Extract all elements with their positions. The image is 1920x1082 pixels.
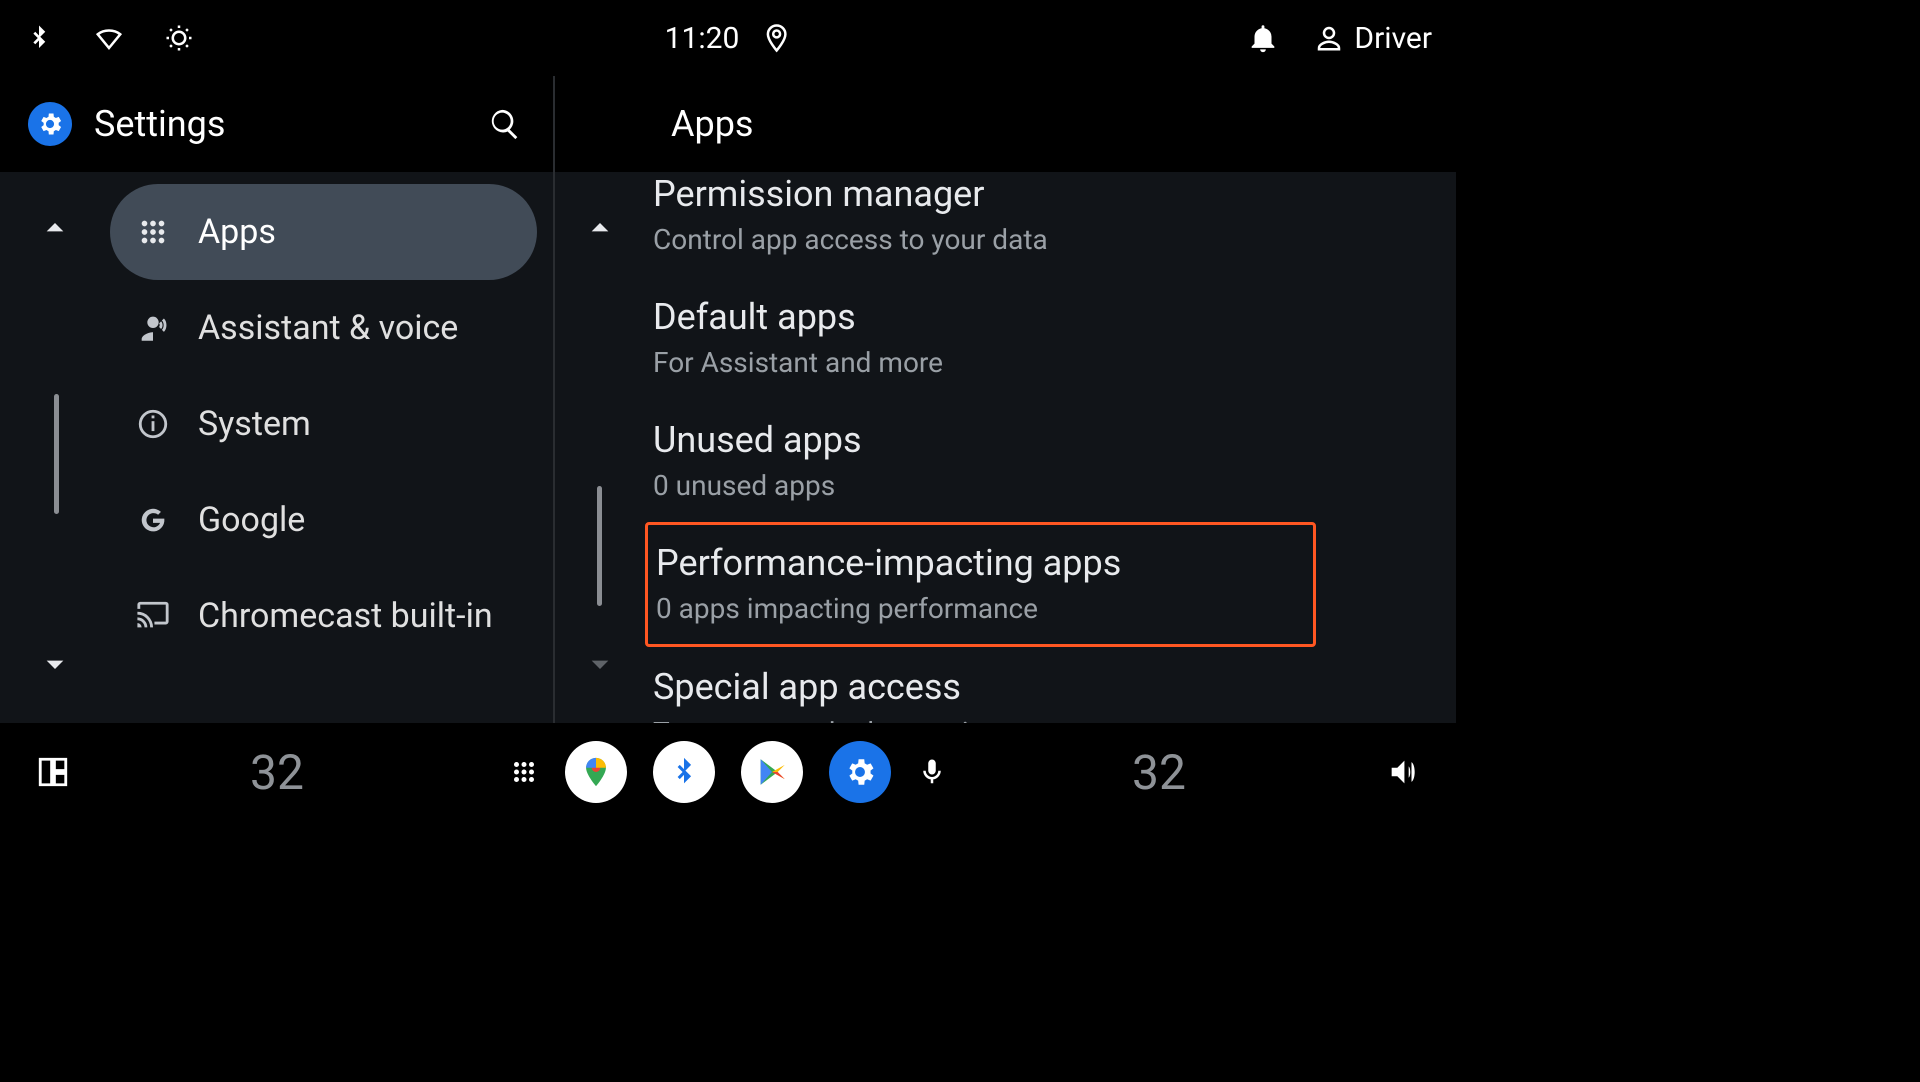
assistant-voice-icon xyxy=(136,311,170,345)
item-title: Permission manager xyxy=(653,172,1308,217)
settings-nav-body: Apps Assistant & voice System Google Chr xyxy=(0,172,553,724)
settings-nav-list: Apps Assistant & voice System Google Chr xyxy=(110,172,553,724)
scroll-down-button[interactable] xyxy=(35,644,75,688)
chevron-down-icon xyxy=(35,644,75,684)
detail-item-permission-manager[interactable]: Permission manager Control app access to… xyxy=(645,172,1316,277)
detail-title: Apps xyxy=(671,103,754,145)
chevron-up-icon xyxy=(580,208,620,248)
detail-header: Apps xyxy=(555,76,1456,172)
user-label: Driver xyxy=(1354,21,1432,56)
item-subtitle: Control app access to your data xyxy=(653,221,1308,259)
wifi-icon xyxy=(94,23,124,53)
volume-button[interactable] xyxy=(1386,755,1420,789)
detail-item-unused-apps[interactable]: Unused apps 0 unused apps xyxy=(645,400,1316,523)
climate-left-temp[interactable]: 32 xyxy=(250,744,304,801)
bluetooth-app-button[interactable] xyxy=(653,741,715,803)
apps-grid-icon xyxy=(509,757,539,787)
nav-item-apps[interactable]: Apps xyxy=(110,184,537,280)
bottom-bar: 32 32 xyxy=(0,723,1456,821)
voice-assistant-button[interactable] xyxy=(917,757,947,787)
nav-item-chromecast[interactable]: Chromecast built-in xyxy=(110,568,537,664)
nav-scrollbar[interactable] xyxy=(54,394,59,514)
user-profile-button[interactable]: Driver xyxy=(1314,21,1432,56)
status-left xyxy=(24,23,194,53)
nav-label: Google xyxy=(198,500,305,540)
settings-nav-pane: Settings Apps xyxy=(0,76,555,724)
item-title: Performance-impacting apps xyxy=(656,541,1305,586)
climate-right-temp[interactable]: 32 xyxy=(1132,744,1186,801)
nav-label: System xyxy=(198,404,311,444)
app-launcher-button[interactable] xyxy=(509,757,539,787)
microphone-icon xyxy=(917,757,947,787)
detail-list: Permission manager Control app access to… xyxy=(645,172,1456,724)
nav-label: Chromecast built-in xyxy=(198,596,493,636)
bottom-center xyxy=(509,741,947,803)
item-title: Default apps xyxy=(653,295,1308,340)
play-store-button[interactable] xyxy=(741,741,803,803)
maps-icon xyxy=(579,755,613,789)
status-bar: 11:20 Driver xyxy=(0,0,1456,76)
item-title: Unused apps xyxy=(653,418,1308,463)
settings-app-button[interactable] xyxy=(829,741,891,803)
scroll-down-button[interactable] xyxy=(580,644,620,688)
item-subtitle: 0 unused apps xyxy=(653,467,1308,505)
scroll-up-button[interactable] xyxy=(35,208,75,252)
settings-detail-pane: Apps Permission manager Control app acce… xyxy=(555,76,1456,724)
play-store-icon xyxy=(755,755,789,789)
notification-bell-icon[interactable] xyxy=(1246,21,1280,55)
location-icon xyxy=(761,23,791,53)
bluetooth-icon xyxy=(667,755,701,789)
volume-icon xyxy=(1386,755,1420,789)
cast-icon xyxy=(136,599,170,633)
nav-label: Apps xyxy=(198,212,276,252)
clock: 11:20 xyxy=(665,21,740,56)
scroll-up-button[interactable] xyxy=(580,208,620,252)
item-subtitle: 0 apps impacting performance xyxy=(656,590,1305,628)
detail-item-performance-impacting-apps[interactable]: Performance-impacting apps 0 apps impact… xyxy=(645,522,1316,647)
item-subtitle: For Assistant and more xyxy=(653,344,1308,382)
nav-item-google[interactable]: Google xyxy=(110,472,537,568)
maps-app-button[interactable] xyxy=(565,741,627,803)
status-center: 11:20 xyxy=(665,21,792,56)
chevron-down-icon xyxy=(580,644,620,684)
settings-nav-header: Settings xyxy=(0,76,553,172)
bluetooth-icon xyxy=(24,23,54,53)
search-button[interactable] xyxy=(485,104,525,144)
detail-scrollbar[interactable] xyxy=(597,486,602,606)
dashboard-icon xyxy=(36,755,70,789)
dashboard-button[interactable] xyxy=(36,755,70,789)
detail-item-special-app-access[interactable]: Special app access To system and other s… xyxy=(645,647,1316,724)
google-g-icon xyxy=(136,503,170,537)
nav-scroll-controls xyxy=(0,172,110,724)
chevron-up-icon xyxy=(35,208,75,248)
bottom-left: 32 xyxy=(36,744,304,801)
detail-scroll-controls xyxy=(555,172,645,724)
settings-app-icon xyxy=(28,102,72,146)
nav-label: Assistant & voice xyxy=(198,308,458,348)
search-icon xyxy=(488,107,522,141)
bottom-right: 32 xyxy=(1132,744,1420,801)
detail-body: Permission manager Control app access to… xyxy=(555,172,1456,724)
nav-item-assistant-voice[interactable]: Assistant & voice xyxy=(110,280,537,376)
detail-item-default-apps[interactable]: Default apps For Assistant and more xyxy=(645,277,1316,400)
main-content: Settings Apps xyxy=(0,76,1456,724)
gear-icon xyxy=(843,755,877,789)
apps-grid-icon xyxy=(136,215,170,249)
brightness-icon xyxy=(164,23,194,53)
nav-item-system[interactable]: System xyxy=(110,376,537,472)
settings-title: Settings xyxy=(94,103,225,145)
status-right: Driver xyxy=(1246,21,1432,56)
info-icon xyxy=(136,407,170,441)
item-title: Special app access xyxy=(653,665,1308,710)
